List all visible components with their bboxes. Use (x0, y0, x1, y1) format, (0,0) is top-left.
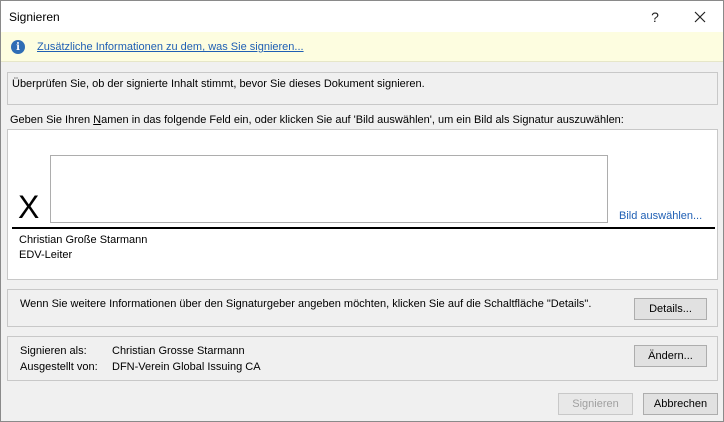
close-icon (694, 11, 706, 22)
info-icon: i (11, 40, 25, 54)
change-button[interactable]: Ändern... (634, 345, 707, 367)
sign-as-box: Signieren als: Christian Grosse Starmann… (7, 336, 718, 381)
sign-as-label: Signieren als: (20, 345, 87, 357)
verify-content-text: Überprüfen Sie, ob der signierte Inhalt … (12, 78, 425, 90)
details-button[interactable]: Details... (634, 298, 707, 320)
signature-name-input[interactable] (50, 155, 608, 223)
cancel-button[interactable]: Abbrechen (643, 393, 718, 415)
prompt-text-before: Geben Sie Ihren (10, 114, 94, 126)
issued-by-value: DFN-Verein Global Issuing CA (112, 361, 261, 373)
signature-line (12, 227, 715, 229)
title-bar: Signieren ? (1, 1, 723, 32)
details-box: Wenn Sie weitere Informationen über den … (7, 289, 718, 327)
sign-dialog: Signieren ? i Zusätzliche Informationen … (0, 0, 724, 422)
signer-title: EDV-Leiter (19, 249, 73, 261)
verify-content-box: Überprüfen Sie, ob der signierte Inhalt … (7, 72, 718, 105)
window-title: Signieren (9, 10, 60, 24)
sign-as-value: Christian Grosse Starmann (112, 345, 245, 357)
sign-button[interactable]: Signieren (558, 393, 633, 415)
additional-info-link[interactable]: Zusätzliche Informationen zu dem, was Si… (37, 41, 304, 53)
info-bar: i Zusätzliche Informationen zu dem, was … (1, 32, 723, 62)
signature-x-mark: X (18, 189, 40, 225)
signature-prompt: Geben Sie Ihren Namen in das folgende Fe… (10, 114, 624, 126)
select-image-link[interactable]: Bild auswählen... (619, 210, 702, 222)
signature-area: X Bild auswählen... Christian Große Star… (7, 129, 718, 280)
prompt-text-after: amen in das folgende Feld ein, oder klic… (101, 114, 624, 126)
issued-by-label: Ausgestellt von: (20, 361, 98, 373)
prompt-mnemonic: N (93, 114, 102, 126)
signer-name: Christian Große Starmann (19, 234, 148, 246)
details-text: Wenn Sie weitere Informationen über den … (20, 298, 592, 310)
help-button[interactable]: ? (633, 1, 677, 32)
close-button[interactable] (678, 1, 722, 32)
